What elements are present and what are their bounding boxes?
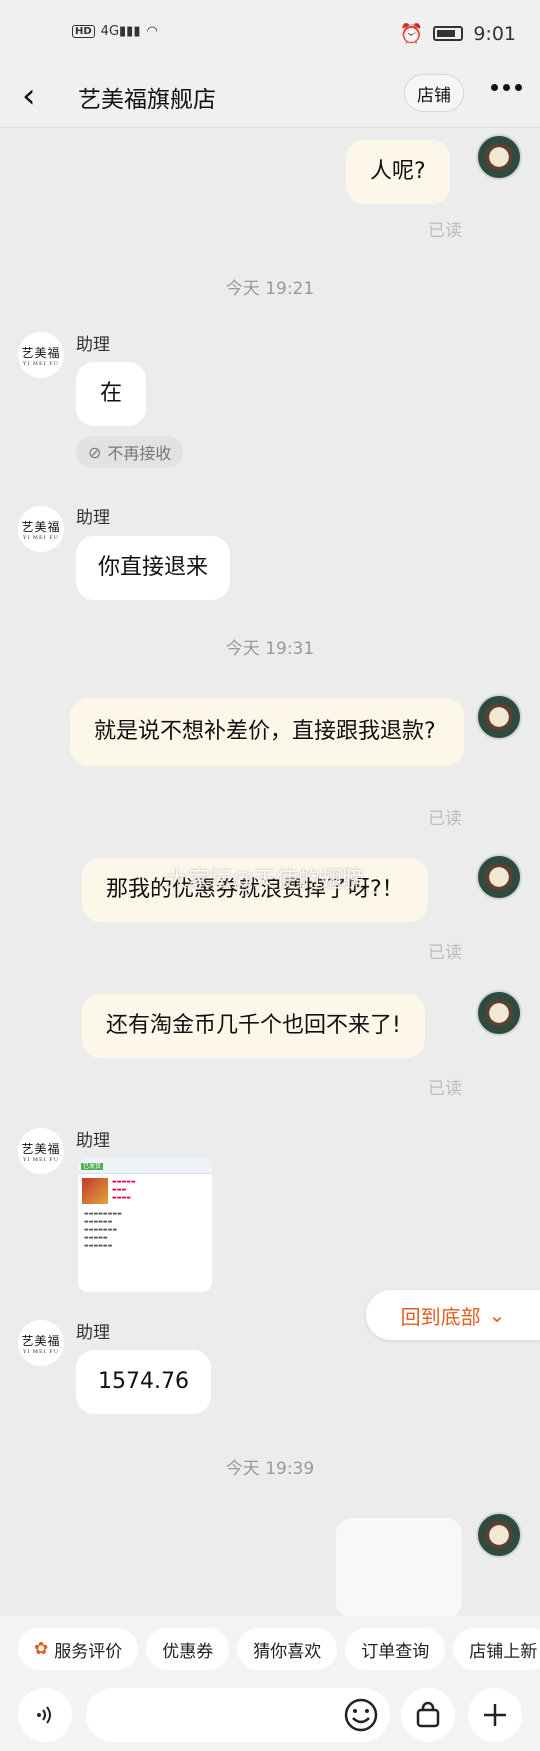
read-status: 已读	[428, 943, 462, 963]
order-screenshot-image[interactable]: 已发货 ▬▬▬▬▬ ▬▬▬ ▬▬▬▬ ▬▬▬▬▬▬▬▬ ▬▬▬▬▬▬ ▬▬▬▬▬▬▬ ▬▬…	[78, 1158, 212, 1292]
shop-avatar[interactable]: 艺美福 YI MEI FU	[18, 1320, 64, 1366]
shop-avatar[interactable]: 艺美福 YI MEI FU	[18, 332, 64, 378]
read-status: 已读	[428, 809, 462, 829]
my-message[interactable]: 就是说不想补差价，直接跟我退款?	[70, 698, 464, 766]
no-receive-button[interactable]: ⊘ 不再接收	[76, 436, 184, 468]
chip-recommend[interactable]: 猜你喜欢	[237, 1628, 338, 1670]
shop-message[interactable]: 1574.76	[76, 1350, 211, 1414]
chip-coupons[interactable]: 优惠券	[146, 1628, 230, 1670]
voice-icon	[37, 1706, 51, 1724]
status-left: HD 4G▮▮▮ ◠	[72, 24, 158, 39]
clock: 9:01	[473, 22, 516, 45]
shop-avatar[interactable]: 艺美福 YI MEI FU	[18, 506, 64, 552]
award-icon: ✿	[34, 1639, 49, 1659]
shopping-bag-icon	[416, 1701, 440, 1728]
chip-new-arrivals[interactable]: 店铺上新	[453, 1628, 540, 1670]
read-status: 已读	[428, 1079, 462, 1099]
shop-message[interactable]: 在	[76, 362, 146, 426]
more-icon[interactable]	[491, 84, 522, 91]
chat-area[interactable]: 人呢? 已读 今天 19:21 艺美福 YI MEI FU 助理 在 ⊘ 不再接…	[0, 128, 540, 1618]
input-bar	[0, 1682, 540, 1751]
user-avatar[interactable]	[476, 134, 522, 180]
product-thumbnail	[82, 1178, 108, 1204]
timestamp: 今天 19:21	[225, 279, 315, 299]
signal-icon: 4G▮▮▮	[100, 24, 141, 39]
watermark: 大家坛@天使的翅膀	[166, 868, 365, 893]
my-message[interactable]: 人呢?	[346, 140, 450, 204]
timestamp: 今天 19:31	[225, 639, 315, 659]
double-chevron-down-icon: ⌄	[488, 1303, 506, 1327]
back-to-bottom-button[interactable]: 回到底部 ⌄	[366, 1290, 540, 1340]
read-status: 已读	[428, 221, 462, 241]
product-button[interactable]	[401, 1688, 455, 1742]
emoji-button[interactable]	[340, 1694, 382, 1736]
sender-name: 助理	[76, 335, 110, 355]
hd-icon: HD	[72, 25, 95, 38]
plus-icon	[484, 1704, 506, 1726]
chip-service-review[interactable]: ✿ 服务评价	[18, 1628, 139, 1670]
back-icon[interactable]: ‹	[22, 76, 36, 116]
shop-message[interactable]: 你直接退来	[76, 536, 231, 600]
user-avatar[interactable]	[476, 1512, 522, 1558]
sender-name: 助理	[76, 1131, 110, 1151]
my-message[interactable]: 还有淘金币几千个也回不来了!	[82, 994, 425, 1058]
shop-button[interactable]: 店铺	[404, 74, 464, 112]
plus-button[interactable]	[468, 1688, 522, 1742]
battery-icon	[433, 26, 464, 41]
sender-name: 助理	[76, 508, 110, 528]
partial-message[interactable]	[336, 1518, 462, 1618]
status-bar: HD 4G▮▮▮ ◠ ⏰ 9:01	[0, 0, 540, 66]
shop-avatar[interactable]: 艺美福 YI MEI FU	[18, 1128, 64, 1174]
user-avatar[interactable]	[476, 990, 522, 1036]
nav-bar: ‹ 艺美福旗舰店 店铺	[0, 66, 540, 128]
chip-order-query[interactable]: 订单查询	[345, 1628, 446, 1670]
status-right: ⏰ 9:01	[399, 22, 516, 46]
smile-icon	[344, 1698, 378, 1732]
quick-actions-bar: ✿ 服务评价 优惠券 猜你喜欢 订单查询 店铺上新	[0, 1616, 540, 1682]
voice-button[interactable]	[18, 1688, 72, 1742]
sender-name: 助理	[76, 1323, 110, 1343]
eye-off-icon: ⊘	[88, 442, 102, 462]
wifi-icon: ◠	[146, 24, 158, 39]
user-avatar[interactable]	[476, 854, 522, 900]
page-title: 艺美福旗舰店	[78, 87, 216, 113]
alarm-icon: ⏰	[399, 23, 424, 45]
timestamp: 今天 19:39	[225, 1459, 315, 1479]
user-avatar[interactable]	[476, 694, 522, 740]
